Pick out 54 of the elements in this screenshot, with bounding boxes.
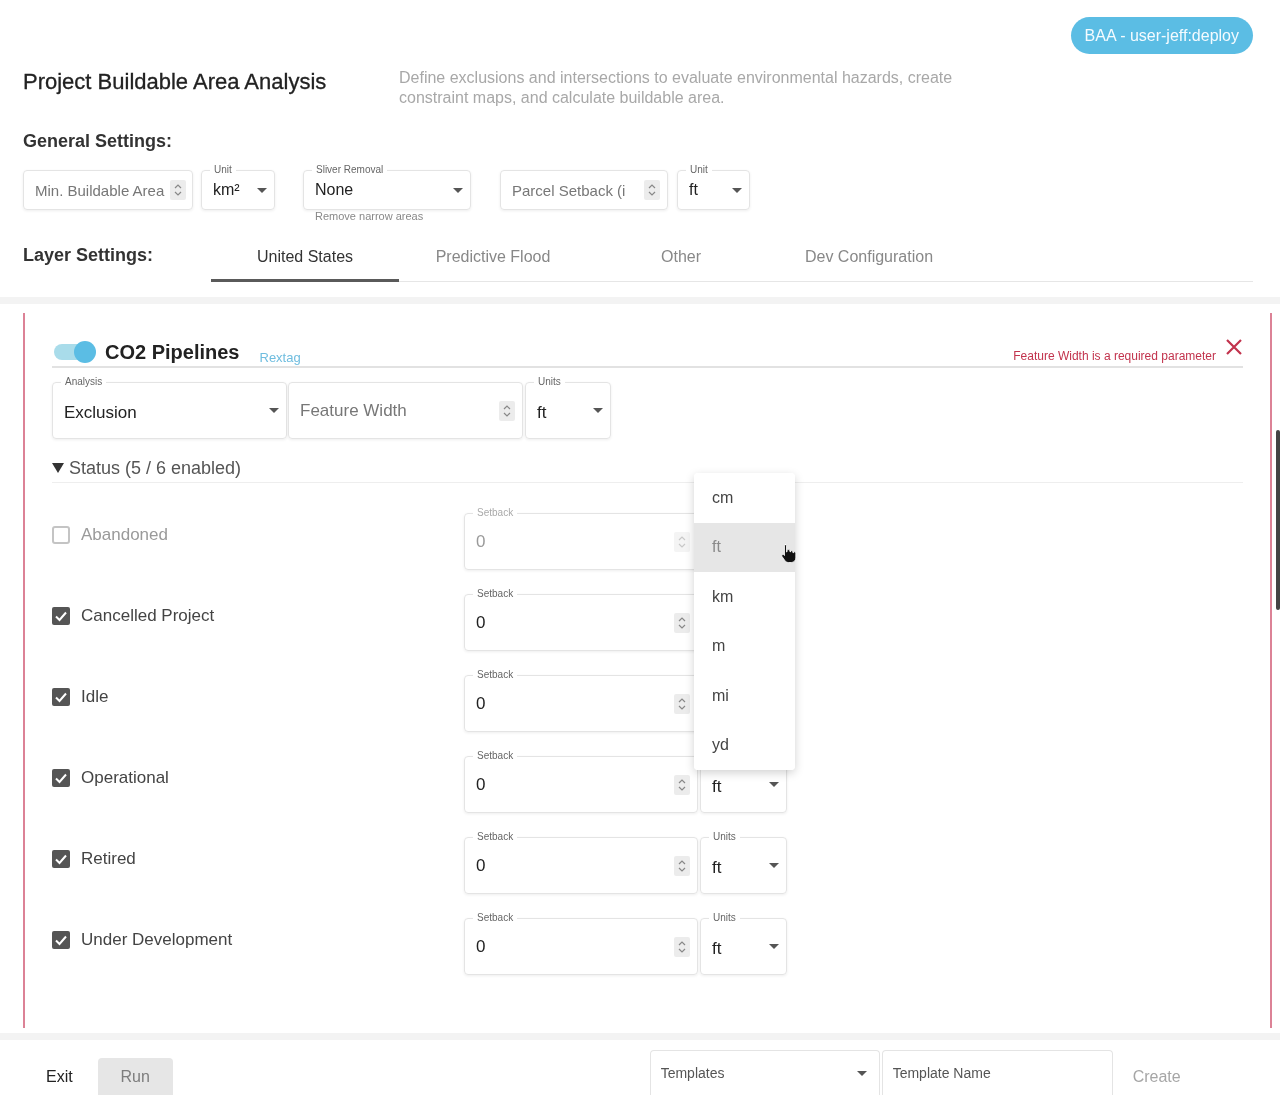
triangle-icon[interactable] bbox=[52, 462, 64, 474]
caret-icon bbox=[732, 187, 742, 193]
status-label: Operational bbox=[81, 768, 169, 788]
exit-button[interactable]: Exit bbox=[46, 1058, 73, 1095]
status-label: Retired bbox=[81, 849, 136, 869]
menu-item[interactable]: mi bbox=[694, 671, 795, 721]
caret-icon bbox=[269, 408, 279, 413]
page-title: Project Buildable Area Analysis bbox=[23, 68, 328, 96]
caret-icon bbox=[769, 782, 779, 787]
checkbox[interactable] bbox=[52, 607, 70, 625]
status-heading[interactable]: Status (5 / 6 enabled) bbox=[69, 457, 242, 479]
section-heading: General Settings: bbox=[23, 130, 173, 152]
page-description: Define exclusions and intersections to evaluate environmental hazards, create constraint maps, and calculate buildable area. bbox=[399, 68, 954, 108]
spinner-icon[interactable] bbox=[674, 936, 690, 957]
caret-icon bbox=[257, 187, 267, 193]
template-name-field[interactable]: Template Name bbox=[881, 1050, 1113, 1095]
toggle-switch[interactable] bbox=[52, 341, 96, 363]
spinner-icon[interactable] bbox=[674, 693, 690, 714]
caret-icon bbox=[769, 944, 779, 949]
scrollbar-thumb[interactable] bbox=[1276, 430, 1280, 610]
caret-icon bbox=[593, 408, 603, 413]
checkbox[interactable] bbox=[52, 850, 70, 868]
checkbox[interactable] bbox=[52, 931, 70, 949]
menu-item[interactable]: m bbox=[694, 621, 795, 671]
menu-item[interactable]: km bbox=[694, 572, 795, 622]
spinner-icon[interactable] bbox=[170, 180, 187, 200]
spinner-icon[interactable] bbox=[674, 855, 690, 876]
layer-title: CO2 Pipelines bbox=[105, 340, 240, 364]
spinner-icon[interactable] bbox=[674, 774, 690, 795]
checkbox[interactable] bbox=[52, 688, 70, 706]
menu-item[interactable]: cm bbox=[694, 473, 795, 523]
templates-select[interactable]: Templates bbox=[649, 1050, 880, 1095]
status-label: Cancelled Project bbox=[81, 606, 215, 626]
caret-icon bbox=[856, 1070, 867, 1076]
status-label: Abandoned bbox=[81, 525, 168, 545]
caret-icon bbox=[453, 187, 463, 193]
tab[interactable]: Other bbox=[587, 234, 775, 282]
tab[interactable]: Dev Configuration bbox=[775, 234, 963, 282]
helper-text: Remove narrow areas bbox=[314, 210, 424, 222]
close-icon[interactable] bbox=[1225, 338, 1243, 356]
status-label: Under Development bbox=[81, 930, 233, 950]
menu-item[interactable]: yd bbox=[694, 720, 795, 770]
hand-cursor-icon bbox=[779, 543, 797, 564]
section-heading: Layer Settings: bbox=[23, 244, 155, 266]
status-label: Idle bbox=[81, 687, 109, 707]
spinner-icon[interactable] bbox=[499, 400, 515, 421]
deployment-badge: BAA - user-jeff:deploy bbox=[1070, 17, 1253, 54]
spinner-icon[interactable] bbox=[674, 612, 690, 633]
checkbox[interactable] bbox=[52, 769, 70, 787]
caret-icon bbox=[769, 863, 779, 868]
tab[interactable]: United States bbox=[211, 234, 399, 282]
tab[interactable]: Predictive Flood bbox=[399, 234, 587, 282]
error-message: Feature Width is a required parameter bbox=[1013, 349, 1216, 365]
spinner-icon[interactable] bbox=[644, 180, 660, 200]
